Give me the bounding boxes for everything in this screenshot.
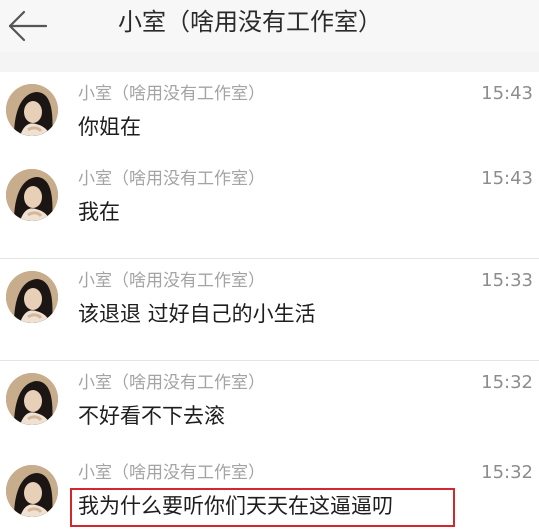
avatar[interactable]: [6, 84, 58, 136]
message-text: 你姐在: [78, 115, 141, 139]
avatar[interactable]: [6, 271, 58, 323]
avatar[interactable]: [6, 373, 58, 425]
message-text: 不好看不下去滚: [78, 404, 225, 428]
message-item[interactable]: 小室（啥用没有工作室） 15:32 我为什么要听你们天天在这逼逼叨: [0, 453, 539, 530]
message-list: 小室（啥用没有工作室） 15:43 你姐在 小室（啥用没有工作室） 15:43 …: [0, 72, 539, 530]
sender-name: 小室（啥用没有工作室）: [78, 373, 265, 393]
page-title: 小室（啥用没有工作室）: [118, 8, 382, 36]
message-item[interactable]: 小室（啥用没有工作室） 15:32 不好看不下去滚: [0, 361, 539, 463]
message-time: 15:43: [481, 168, 533, 189]
sender-name: 小室（啥用没有工作室）: [78, 463, 265, 483]
message-time: 15:32: [481, 372, 533, 393]
avatar[interactable]: [6, 169, 58, 221]
message-time: 15:33: [481, 270, 533, 291]
message-item[interactable]: 小室（啥用没有工作室） 15:33 该退退 过好自己的小生活: [0, 259, 539, 361]
arrow-left-icon: [8, 10, 48, 42]
message-text: 我为什么要听你们天天在这逼逼叨: [78, 494, 393, 518]
message-item[interactable]: 小室（啥用没有工作室） 15:43 我在: [0, 157, 539, 259]
header-bar: 小室（啥用没有工作室）: [0, 0, 539, 52]
message-time: 15:43: [481, 83, 533, 104]
sender-name: 小室（啥用没有工作室）: [78, 271, 265, 291]
back-button[interactable]: [6, 6, 50, 46]
avatar[interactable]: [6, 465, 58, 517]
chat-screen: 小室（啥用没有工作室） 小室（啥用没有工作室） 15:43 你姐在 小室（啥用没…: [0, 0, 539, 530]
message-time: 15:32: [481, 462, 533, 483]
message-text: 我在: [78, 200, 120, 224]
message-text: 该退退 过好自己的小生活: [78, 302, 316, 326]
sender-name: 小室（啥用没有工作室）: [78, 169, 265, 189]
sender-name: 小室（啥用没有工作室）: [78, 84, 265, 104]
